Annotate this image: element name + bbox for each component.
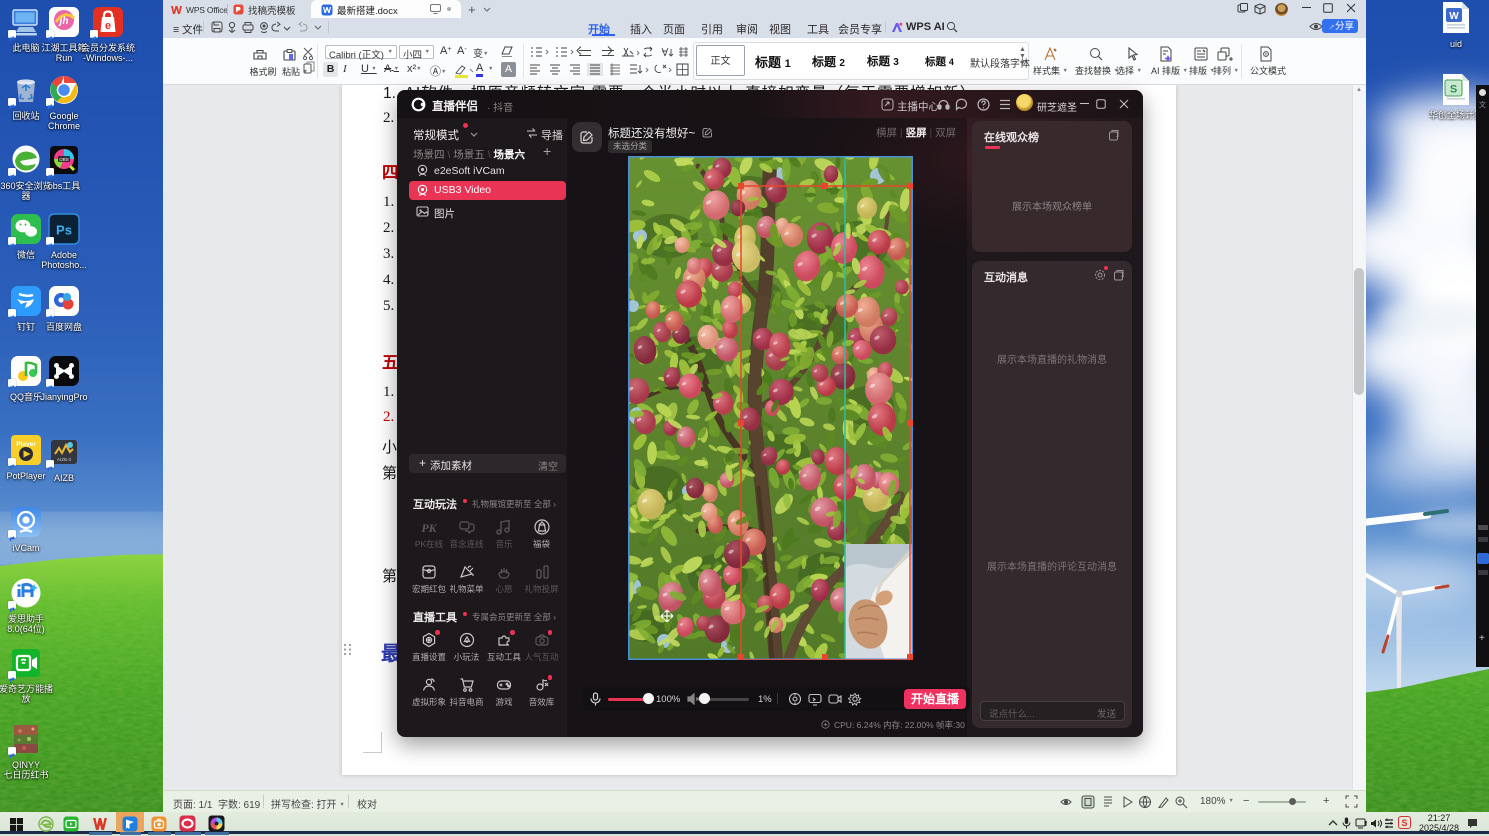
svg-text:jh: jh — [58, 16, 69, 27]
svg-text:Ps: Ps — [56, 223, 72, 238]
svg-text:e: e — [105, 20, 111, 32]
svg-text:W: W — [1449, 11, 1459, 22]
svg-text:PK: PK — [421, 521, 437, 535]
svg-text:OBS: OBS — [59, 157, 68, 162]
svg-text:AIZB-3: AIZB-3 — [57, 457, 72, 462]
svg-text:S: S — [1450, 84, 1457, 96]
